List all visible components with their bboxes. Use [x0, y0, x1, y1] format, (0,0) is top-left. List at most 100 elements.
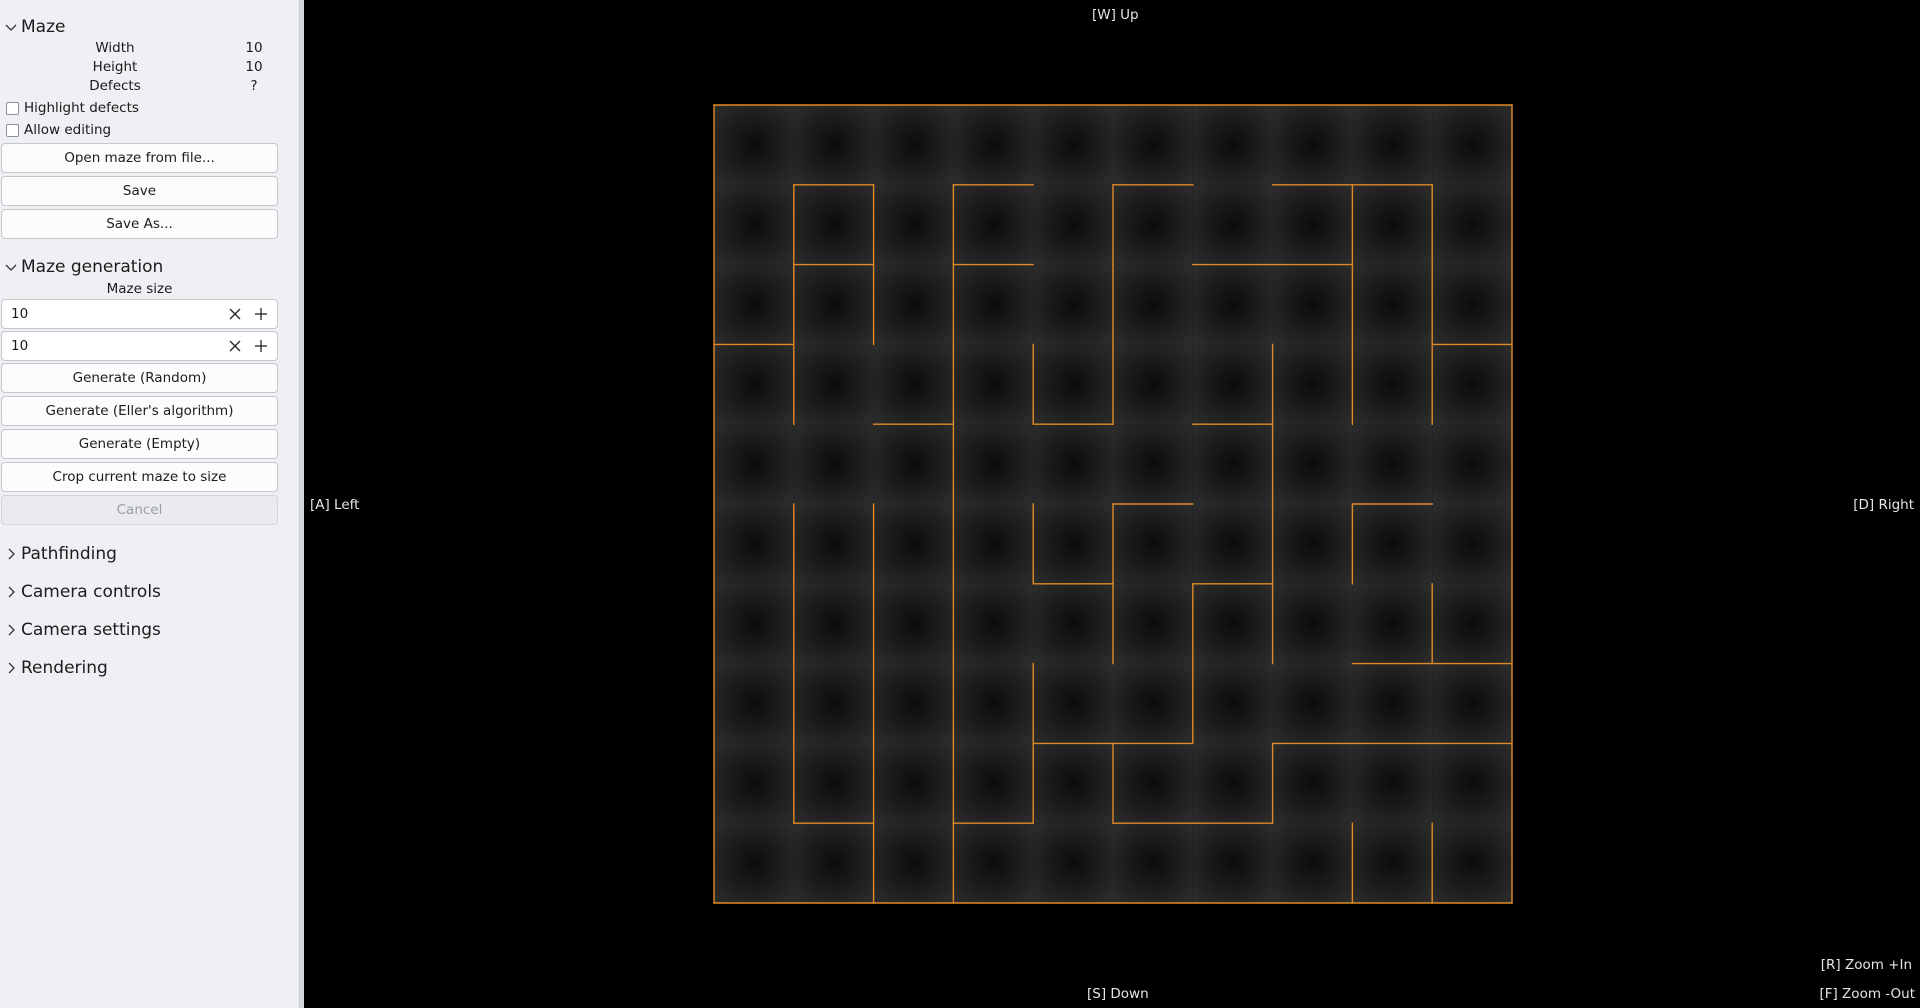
maze-cell[interactable] — [1432, 583, 1512, 664]
maze-cell[interactable] — [953, 504, 1034, 584]
open-maze-button[interactable]: Open maze from file... — [1, 143, 278, 173]
maze-cell[interactable] — [1113, 105, 1193, 185]
maze-cell[interactable] — [714, 823, 794, 903]
maze-cell[interactable] — [1272, 264, 1353, 345]
maze-cell[interactable] — [873, 344, 954, 425]
maze-size-height-value[interactable]: 10 — [11, 338, 28, 354]
maze-viewport[interactable]: [W] Up [S] Down [A] Left [D] Right [R] Z… — [304, 0, 1920, 1008]
clear-icon[interactable] — [228, 307, 242, 321]
maze-cell[interactable] — [714, 504, 794, 584]
maze-cell[interactable] — [793, 184, 874, 265]
maze-cell[interactable] — [714, 344, 794, 425]
maze-cell[interactable] — [1033, 583, 1113, 664]
maze-cell[interactable] — [1192, 743, 1273, 824]
maze-cell[interactable] — [1272, 105, 1353, 185]
maze-cell[interactable] — [1432, 504, 1512, 584]
maze-cell[interactable] — [714, 424, 794, 504]
maze-cell[interactable] — [714, 264, 794, 345]
maze-cell[interactable] — [873, 504, 954, 584]
maze-generation-section-header[interactable]: Maze generation — [4, 256, 163, 278]
maze-cell[interactable] — [1113, 184, 1193, 265]
maze-cell[interactable] — [1113, 663, 1193, 744]
maze-cell[interactable] — [1113, 743, 1193, 824]
maze-cell[interactable] — [1272, 583, 1353, 664]
maze-cell[interactable] — [1272, 823, 1353, 903]
maze-cell[interactable] — [1033, 344, 1113, 425]
maze-cell[interactable] — [873, 663, 954, 744]
maze-cell[interactable] — [1033, 663, 1113, 744]
maze-size-width-value[interactable]: 10 — [11, 306, 28, 322]
maze-cell[interactable] — [1352, 264, 1433, 345]
pathfinding-section-header[interactable]: Pathfinding — [4, 543, 117, 565]
maze-cell[interactable] — [1352, 184, 1433, 265]
maze-cell[interactable] — [1352, 105, 1433, 185]
maze-cell[interactable] — [1432, 823, 1512, 903]
maze-cell[interactable] — [1432, 105, 1512, 185]
maze-cell[interactable] — [1352, 504, 1433, 584]
maze-cell[interactable] — [953, 105, 1034, 185]
maze-cell[interactable] — [1432, 743, 1512, 824]
maze-cell[interactable] — [1113, 823, 1193, 903]
maze-cell[interactable] — [1192, 583, 1273, 664]
maze-cell[interactable] — [1352, 344, 1433, 425]
generate-random-button[interactable]: Generate (Random) — [1, 363, 278, 393]
maze-cell[interactable] — [793, 424, 874, 504]
maze-cell[interactable] — [873, 743, 954, 824]
generate-empty-button[interactable]: Generate (Empty) — [1, 429, 278, 459]
maze-cell[interactable] — [1113, 344, 1193, 425]
maze-cell[interactable] — [1272, 184, 1353, 265]
save-button[interactable]: Save — [1, 176, 278, 206]
maze-size-width-spinbox[interactable]: 10 — [1, 299, 278, 329]
highlight-defects-checkbox[interactable] — [6, 101, 19, 115]
maze-cell[interactable] — [793, 743, 874, 824]
maze-cell[interactable] — [1272, 424, 1353, 504]
maze-cell[interactable] — [793, 344, 874, 425]
maze-cell[interactable] — [953, 583, 1034, 664]
maze-cell[interactable] — [873, 583, 954, 664]
maze-cell[interactable] — [1033, 184, 1113, 265]
maze-cell[interactable] — [1192, 105, 1273, 185]
maze-cell[interactable] — [793, 504, 874, 584]
maze-cell[interactable] — [1033, 743, 1113, 824]
save-as-button[interactable]: Save As... — [1, 209, 278, 239]
maze-cell[interactable] — [1432, 264, 1512, 345]
maze-cell[interactable] — [714, 743, 794, 824]
maze-cell[interactable] — [1272, 504, 1353, 584]
camera-controls-section-header[interactable]: Camera controls — [4, 581, 161, 603]
maze-canvas[interactable] — [304, 0, 1920, 1008]
maze-cell[interactable] — [1352, 743, 1433, 824]
maze-cell[interactable] — [1033, 264, 1113, 345]
maze-cell[interactable] — [1192, 264, 1273, 345]
maze-cell[interactable] — [873, 264, 954, 345]
maze-cell[interactable] — [714, 663, 794, 744]
maze-cell[interactable] — [793, 105, 874, 185]
maze-cell[interactable] — [1272, 344, 1353, 425]
maze-cell[interactable] — [1432, 344, 1512, 425]
maze-cell[interactable] — [873, 105, 954, 185]
plus-icon[interactable] — [254, 339, 268, 353]
maze-cell[interactable] — [793, 823, 874, 903]
plus-icon[interactable] — [254, 307, 268, 321]
maze-cell[interactable] — [793, 663, 874, 744]
maze-cell[interactable] — [1432, 424, 1512, 504]
maze-cell[interactable] — [1352, 823, 1433, 903]
maze-cell[interactable] — [1272, 743, 1353, 824]
maze-cell[interactable] — [1272, 663, 1353, 744]
allow-editing-checkbox[interactable] — [6, 123, 19, 137]
maze-cell[interactable] — [1192, 504, 1273, 584]
rendering-section-header[interactable]: Rendering — [4, 657, 108, 679]
maze-cell[interactable] — [953, 743, 1034, 824]
maze-cell[interactable] — [1033, 823, 1113, 903]
maze-cell[interactable] — [1352, 424, 1433, 504]
maze-cell[interactable] — [873, 184, 954, 265]
maze-cell[interactable] — [1352, 583, 1433, 664]
maze-cell[interactable] — [1192, 344, 1273, 425]
maze-cell[interactable] — [953, 663, 1034, 744]
maze-cell[interactable] — [953, 264, 1034, 345]
maze-cell[interactable] — [1192, 663, 1273, 744]
maze-cell[interactable] — [1432, 663, 1512, 744]
maze-cell[interactable] — [1113, 424, 1193, 504]
allow-editing-row[interactable]: Allow editing — [6, 121, 111, 139]
maze-cell[interactable] — [714, 583, 794, 664]
maze-cell[interactable] — [714, 184, 794, 265]
